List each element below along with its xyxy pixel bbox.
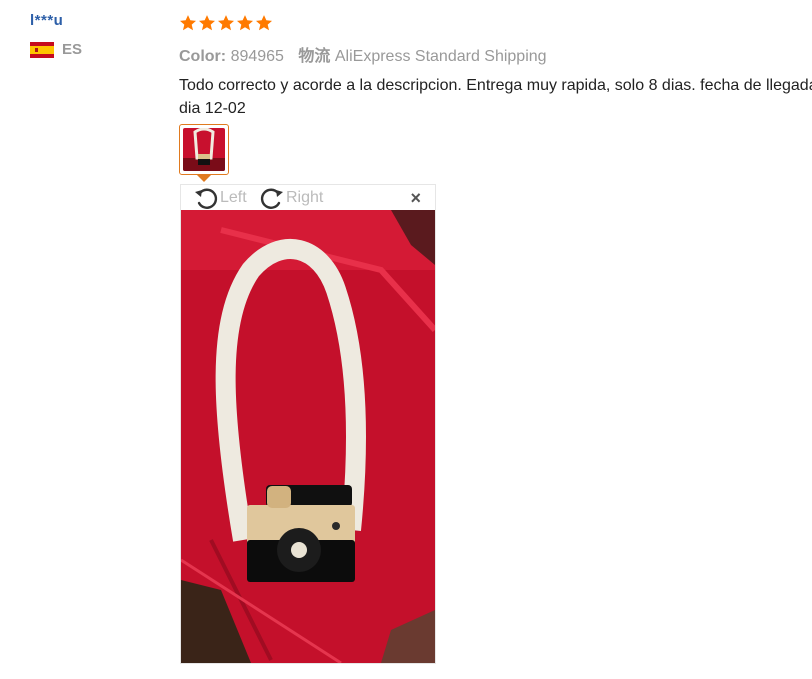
rotate-left-label: Left: [220, 188, 247, 206]
shipping-value: AliExpress Standard Shipping: [334, 48, 547, 65]
review-content: Color: 894965 物流 AliExpress Standard Shi…: [179, 12, 812, 120]
star-rating: [179, 12, 812, 34]
thumbnail-active-arrow: [197, 175, 211, 182]
star-icon: [179, 15, 197, 31]
rotate-right-label: Right: [286, 188, 324, 206]
review-text-line: dia 12-02: [179, 100, 246, 117]
review-photo-large: [181, 210, 435, 663]
review-meta: Color: 894965 物流 AliExpress Standard Shi…: [179, 42, 812, 66]
color-value: 894965: [230, 48, 284, 65]
review-text-line: Todo correcto y acorde a la descripcion.…: [179, 77, 812, 94]
reviewer-name: l***u: [30, 12, 64, 29]
star-icon: [217, 15, 235, 31]
star-icon: [255, 15, 273, 31]
viewer-toolbar: Left Right ×: [181, 185, 435, 210]
rotate-right-icon: [260, 188, 283, 209]
review-photo-thumbnail[interactable]: [179, 124, 229, 175]
color-label: Color:: [179, 48, 227, 65]
shipping-label: 物流: [298, 48, 331, 65]
close-viewer-button[interactable]: ×: [410, 189, 421, 207]
thumbnail-photo: [183, 128, 225, 171]
rotate-left-icon: [195, 188, 218, 209]
image-viewer: Left Right ×: [180, 184, 436, 664]
star-icon: [198, 15, 216, 31]
rotate-right-button[interactable]: Right: [259, 185, 323, 210]
star-icon: [236, 15, 254, 31]
country-code: ES: [62, 41, 83, 58]
rotate-left-button[interactable]: Left: [193, 185, 247, 210]
reviewer-info: l***u ES: [30, 12, 82, 58]
spain-flag-icon: [30, 41, 54, 58]
review-text: Todo correcto y acorde a la descripcion.…: [179, 74, 812, 120]
photo-camera-toy: [181, 210, 435, 663]
reviewer-country: ES: [30, 41, 82, 58]
